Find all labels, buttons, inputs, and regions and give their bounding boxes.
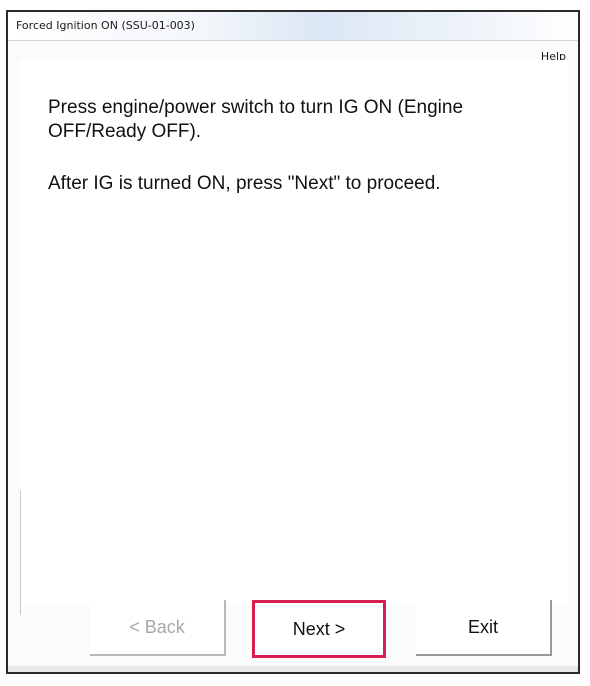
divider [20, 490, 21, 615]
back-button[interactable]: < Back [90, 600, 226, 656]
dialog-window: Forced Ignition ON (SSU-01-003) Help Pre… [6, 10, 580, 674]
title-bar[interactable]: Forced Ignition ON (SSU-01-003) [8, 12, 578, 41]
window-bottom-edge [8, 666, 578, 672]
exit-button[interactable]: Exit [416, 600, 552, 656]
window-title: Forced Ignition ON (SSU-01-003) [16, 19, 195, 32]
next-button[interactable]: Next > [252, 600, 386, 658]
instruction-text-proceed: After IG is turned ON, press "Next" to p… [48, 173, 441, 194]
instruction-text-ignition: Press engine/power switch to turn IG ON … [48, 97, 464, 142]
content-panel: Press engine/power switch to turn IG ON … [20, 60, 568, 615]
